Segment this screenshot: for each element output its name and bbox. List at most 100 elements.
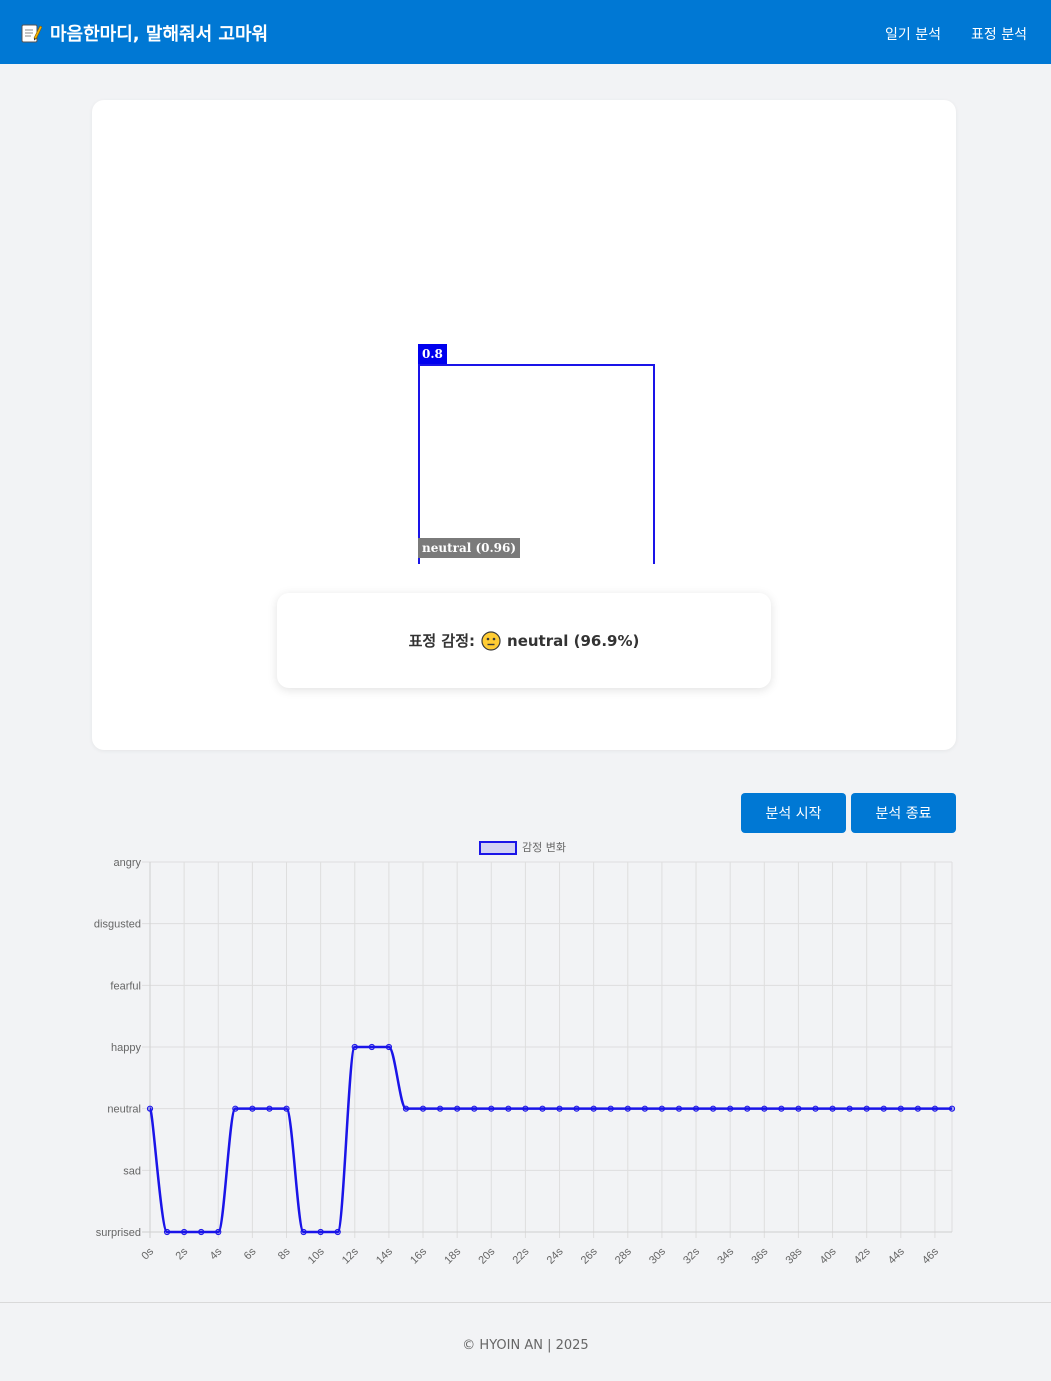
data-point — [590, 1105, 597, 1112]
stop-analysis-button[interactable]: 분석 종료 — [851, 793, 956, 833]
data-point — [948, 1105, 956, 1112]
y-tick-label: happy — [111, 1042, 141, 1054]
data-point — [436, 1105, 444, 1112]
y-tick-label: angry — [113, 857, 141, 869]
data-point — [727, 1105, 734, 1112]
data-point — [232, 1105, 239, 1112]
x-tick-label: 20s — [476, 1245, 497, 1266]
data-point — [215, 1228, 222, 1236]
x-tick-label: 8s — [276, 1245, 293, 1262]
y-tick-label: surprised — [96, 1227, 141, 1239]
data-point — [744, 1105, 751, 1112]
face-detection-box — [418, 364, 655, 564]
x-tick-label: 2s — [174, 1245, 191, 1262]
x-tick-label: 6s — [242, 1245, 259, 1262]
data-point — [334, 1228, 341, 1236]
data-point — [812, 1105, 819, 1112]
x-tick-label: 16s — [408, 1245, 429, 1266]
brand-title: 마음한마디, 말해줘서 고마워 — [50, 24, 269, 45]
data-point — [829, 1105, 836, 1112]
legend-label: 감정 변화 — [522, 841, 566, 854]
y-tick-label: neutral — [107, 1104, 141, 1116]
x-tick-label: 46s — [920, 1245, 941, 1266]
data-point — [198, 1228, 205, 1236]
data-point — [573, 1105, 580, 1112]
data-point — [283, 1105, 290, 1112]
data-point — [692, 1105, 700, 1112]
y-tick-label: sad — [123, 1165, 141, 1177]
data-point — [368, 1043, 375, 1051]
data-point — [607, 1105, 614, 1112]
x-tick-label: 10s — [306, 1245, 327, 1266]
x-tick-label: 18s — [442, 1245, 463, 1266]
legend-swatch — [479, 841, 517, 855]
data-point — [351, 1043, 358, 1051]
data-point — [471, 1105, 478, 1112]
result-value: neutral (96.9%) — [507, 631, 640, 650]
x-tick-label: 32s — [681, 1245, 702, 1266]
top-navbar: 마음한마디, 말해줘서 고마워 일기 분석 표정 분석 — [0, 0, 1051, 64]
nav-item-expression-analysis[interactable]: 표정 분석 — [971, 24, 1027, 44]
x-tick-label: 42s — [852, 1245, 873, 1266]
data-point — [539, 1105, 546, 1112]
x-tick-label: 40s — [818, 1245, 839, 1266]
data-point — [385, 1043, 392, 1051]
data-point — [317, 1228, 324, 1236]
expression-label: neutral (0.96) — [418, 538, 521, 558]
data-point — [846, 1105, 853, 1112]
x-tick-label: 44s — [886, 1245, 907, 1266]
data-point — [624, 1105, 631, 1112]
y-tick-label: fearful — [110, 980, 141, 992]
data-point — [181, 1228, 188, 1236]
start-analysis-button[interactable]: 분석 시작 — [741, 793, 846, 833]
emotion-result-card: 표정 감정: neutral (96.9%) — [277, 593, 771, 688]
data-point — [675, 1105, 683, 1112]
data-point — [761, 1105, 768, 1112]
data-point — [863, 1105, 870, 1112]
x-tick-label: 14s — [374, 1245, 395, 1266]
data-point — [658, 1105, 666, 1112]
emotion-chart: surprised sad neutral happy fearful disgusted… — [0, 836, 1051, 1276]
data-point — [556, 1105, 563, 1112]
x-tick-label: 12s — [340, 1245, 361, 1266]
x-tick-label: 4s — [208, 1245, 225, 1262]
x-tick-label: 34s — [715, 1245, 736, 1266]
data-point — [641, 1105, 648, 1112]
nav-item-diary-analysis[interactable]: 일기 분석 — [885, 24, 941, 44]
x-tick-label: 22s — [510, 1245, 531, 1266]
data-point — [419, 1105, 427, 1112]
neutral-face-emoji-icon — [481, 630, 501, 651]
x-tick-label: 0s — [139, 1245, 156, 1262]
data-point — [300, 1228, 307, 1236]
data-point — [897, 1105, 904, 1112]
result-prefix: 표정 감정: — [408, 632, 476, 650]
brand[interactable]: 마음한마디, 말해줘서 고마워 — [20, 18, 268, 48]
x-tick-label: 30s — [647, 1245, 668, 1266]
detection-score-label: 0.8 — [418, 344, 447, 364]
x-tick-label: 38s — [784, 1245, 805, 1266]
data-point — [163, 1228, 171, 1236]
y-tick-label: disgusted — [94, 919, 141, 931]
data-point — [266, 1105, 273, 1112]
data-point — [522, 1105, 529, 1112]
data-point — [488, 1105, 495, 1112]
data-point — [914, 1105, 921, 1112]
data-point — [454, 1105, 461, 1112]
data-point — [146, 1105, 154, 1112]
data-point — [249, 1105, 256, 1112]
data-point — [402, 1105, 410, 1112]
data-point — [795, 1105, 802, 1112]
x-tick-label: 36s — [749, 1245, 770, 1266]
data-point — [931, 1105, 939, 1112]
data-point — [778, 1105, 785, 1112]
x-tick-label: 26s — [579, 1245, 600, 1266]
camera-card: 0.8 neutral (0.96) 표정 감정: neutral (96.9%… — [92, 100, 956, 750]
footer-divider — [0, 1302, 1051, 1303]
x-tick-label: 24s — [545, 1245, 566, 1266]
data-point — [880, 1105, 887, 1112]
emotion-line-chart: surprised sad neutral happy fearful disgusted… — [94, 841, 956, 1267]
footer: © HYOIN AN | 2025 — [462, 1338, 589, 1353]
x-tick-label: 28s — [613, 1245, 634, 1266]
nav-menu: 일기 분석 표정 분석 — [885, 24, 1027, 44]
data-point — [710, 1105, 717, 1112]
